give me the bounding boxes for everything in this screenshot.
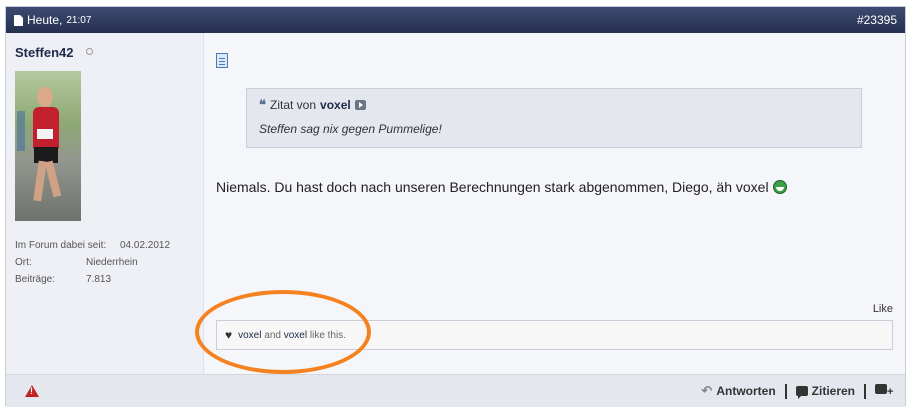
post-number-link[interactable]: #23395: [857, 13, 897, 27]
document-icon: [14, 14, 23, 26]
quote-label: Zitieren: [811, 384, 855, 398]
quote-button[interactable]: Zitieren: [795, 384, 855, 399]
jump-to-post-icon[interactable]: [354, 100, 366, 110]
quote-user: voxel: [320, 98, 351, 112]
user-stats: Im Forum dabei seit: 04.02.2012 Ort: Nie…: [15, 237, 170, 288]
stat-label: Im Forum dabei seit:: [15, 240, 107, 251]
stat-label: Beiträge:: [15, 274, 56, 285]
stat-joined: Im Forum dabei seit: 04.02.2012: [15, 237, 170, 254]
like-button[interactable]: Like: [873, 303, 893, 315]
stat-location: Ort: Niederrhein: [15, 254, 170, 271]
reply-button[interactable]: ↶ Antworten: [701, 383, 775, 399]
post-date-label: Heute,: [27, 13, 63, 27]
stat-value: 04.02.2012: [120, 240, 171, 251]
quote-bubble-icon: [795, 386, 808, 399]
post-date: Heute, 21:07: [14, 13, 91, 27]
separator: [864, 383, 866, 399]
quote-block: ❝ Zitat von voxel Steffen sag nix gegen …: [246, 88, 862, 148]
multiquote-button[interactable]: [875, 384, 893, 398]
multiquote-icon: [875, 384, 893, 398]
report-post-icon[interactable]: [25, 385, 39, 397]
post-message-text: Niemals. Du hast doch nach unseren Berec…: [216, 179, 769, 195]
forum-post: Heute, 21:07 #23395 Steffen42 Im Forum d…: [5, 6, 906, 407]
post-actions: ↶ Antworten Zitieren: [701, 383, 893, 399]
separator: [784, 383, 787, 399]
stat-value: Niederrhein: [86, 257, 138, 268]
reply-icon: ↶: [701, 383, 713, 398]
quote-marks-icon: ❝: [259, 97, 266, 112]
stat-value: 7.813: [86, 274, 112, 285]
avatar[interactable]: [15, 71, 81, 221]
username-link[interactable]: Steffen42: [15, 45, 74, 60]
post-header: Heute, 21:07 #23395: [6, 7, 905, 33]
offline-status-icon: [86, 48, 93, 55]
user-info-panel: Steffen42 Im Forum dabei seit: 04.02.201…: [6, 33, 204, 374]
reply-label: Antworten: [716, 384, 776, 398]
post-footer: ↶ Antworten Zitieren: [6, 374, 905, 407]
highlight-annotation: [195, 290, 371, 374]
quote-prefix: Zitat von: [270, 98, 317, 112]
stat-label: Ort:: [15, 257, 32, 268]
smiley-icon: [772, 180, 787, 194]
stat-posts: Beiträge: 7.813: [15, 271, 170, 288]
quote-text: Steffen sag nix gegen Pummelige!: [259, 122, 442, 136]
quote-header: ❝ Zitat von voxel: [259, 97, 366, 113]
post-time: 21:07: [66, 14, 92, 26]
post-message: Niemals. Du hast doch nach unseren Berec…: [216, 179, 787, 195]
post-document-icon: [216, 53, 228, 68]
